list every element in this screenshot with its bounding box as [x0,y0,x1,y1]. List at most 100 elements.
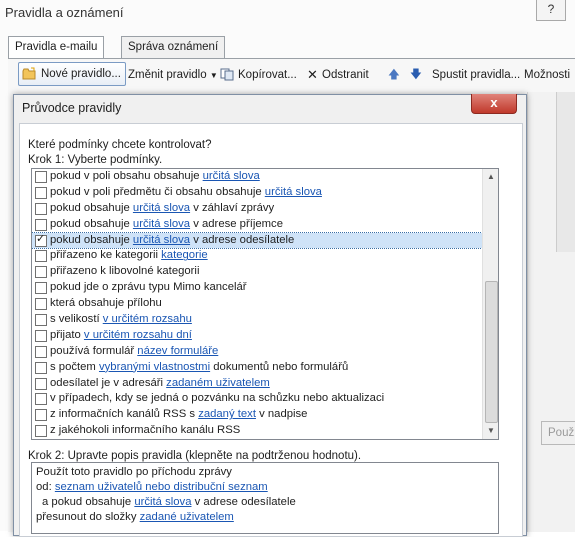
copy-icon [220,68,234,81]
condition-row[interactable]: v případech, kdy se jedná o pozvánku na … [32,391,482,407]
condition-checkbox[interactable] [35,345,47,358]
move-up-button[interactable]: 🡅 [388,64,400,86]
condition-checkbox[interactable] [35,282,47,295]
condition-link[interactable]: určitá slova [133,234,190,246]
condition-text: která obsahuje přílohu [50,297,162,310]
condition-checkbox[interactable] [35,393,47,406]
condition-link[interactable]: zadaný text [198,408,256,420]
condition-row[interactable]: s počtem vybranými vlastnostmi dokumentů… [32,360,482,376]
chevron-down-icon: ▼ [209,71,218,80]
specified-folder-link[interactable]: zadané uživatelem [140,511,234,523]
rules-wizard-dialog: Průvodce pravidly x Které podmínky chcet… [13,94,527,537]
arrow-down-icon: 🡇 [410,69,422,81]
condition-row[interactable]: která obsahuje přílohu [32,296,482,312]
window-title: Pravidla a oznámení [5,5,124,20]
condition-text: odesílatel je v adresáři [50,376,167,389]
condition-checkbox[interactable] [35,218,47,231]
condition-row[interactable]: přiřazeno ke kategorii kategorie [32,248,482,264]
condition-checkbox[interactable] [35,298,47,311]
condition-checkbox[interactable] [35,202,47,215]
condition-row[interactable]: pokud v poli předmětu či obsahu obsahuje… [32,185,482,201]
new-rule-button[interactable]: Nové pravidlo... [18,62,126,86]
condition-link[interactable]: určitá slova [265,186,322,198]
condition-link[interactable]: vybranými vlastnostmi [99,361,210,373]
condition-checkbox[interactable] [35,314,47,327]
condition-row[interactable]: z jakéhokoli informačního kanálu RSS [32,423,482,439]
scroll-thumb[interactable] [485,281,498,423]
condition-row[interactable]: s velikostí v určitém rozsahu [32,312,482,328]
condition-link[interactable]: kategorie [161,249,207,261]
condition-text: pokud obsahuje [50,233,133,246]
condition-text: z informačních kanálů RSS s [50,408,199,421]
condition-row[interactable]: pokud v poli obsahu obsahuje určitá slov… [32,169,482,185]
description-line-4: přesunout do složky zadané uživatelem [36,511,234,523]
conditions-list: pokud v poli obsahu obsahuje určitá slov… [31,168,499,440]
tab-manage-alerts[interactable]: Správa oznámení [121,36,226,59]
scroll-down-icon[interactable]: ▼ [483,423,498,439]
help-button[interactable]: ? [536,0,566,21]
condition-checkbox[interactable] [35,361,47,374]
condition-row[interactable]: pokud obsahuje určitá slova v záhlaví zp… [32,201,482,217]
condition-checkbox[interactable] [35,250,47,263]
dialog-title: Průvodce pravidly [22,101,122,115]
condition-text-suffix: dokumentů nebo formulářů [210,360,349,373]
condition-row[interactable]: z informačních kanálů RSS s zadaný text … [32,407,482,423]
move-down-button[interactable]: 🡇 [410,64,422,86]
delete-button[interactable]: ✕ Odstranit [306,64,369,86]
step2-label: Krok 2: Upravte popis pravidla (klepněte… [28,450,362,462]
condition-text-suffix: v adrese odesílatele [190,233,295,246]
condition-checkbox[interactable] [35,232,47,247]
condition-row[interactable]: pouze v tomto počítači [32,439,482,440]
change-rule-label: Změnit pravidlo [128,69,207,81]
copy-button[interactable]: Kopírovat... [220,64,297,86]
from-list-link[interactable]: seznam uživatelů nebo distribuční seznam [55,481,268,493]
move-to-folder-label: přesunout do složky [36,511,140,523]
condition-checkbox[interactable] [35,266,47,279]
condition-text-suffix: v záhlaví zprávy [190,201,275,214]
condition-link[interactable]: určitá slova [133,202,190,214]
close-icon: x [490,95,498,110]
condition-row[interactable]: pokud obsahuje určitá slova v adrese ode… [32,232,483,250]
condition-row[interactable]: pokud jde o zprávu typu Mimo kancelář [32,280,482,296]
description-line-2: od: seznam uživatelů nebo distribuční se… [36,481,268,493]
condition-checkbox[interactable] [35,329,47,342]
condition-text: přijato [50,328,84,341]
tab-email-rules[interactable]: Pravidla e-mailu [8,36,105,60]
arrow-up-icon: 🡅 [388,69,400,81]
condition-link[interactable]: určitá slova [203,170,260,182]
condition-row[interactable]: přiřazeno k libovolné kategorii [32,264,482,280]
condition-checkbox[interactable] [35,377,47,390]
condition-checkbox[interactable] [35,409,47,422]
condition-row[interactable]: pokud obsahuje určitá slova v adrese pří… [32,217,482,233]
condition-text-suffix: v nadpise [255,408,308,421]
condition-text: pokud obsahuje [50,217,133,230]
change-rule-button[interactable]: Změnit pravidlo ▼ [128,64,218,86]
close-button[interactable]: x [471,94,517,114]
condition-text: používá formulář [50,344,138,357]
new-rule-icon [22,67,36,80]
from-label: od: [36,481,55,493]
condition-text: pokud obsahuje [50,201,133,214]
condition-checkbox[interactable] [35,186,47,199]
condition-row[interactable]: používá formulář název formuláře [32,344,482,360]
condition-link[interactable]: určitá slova [133,218,190,230]
condition-checkbox[interactable] [35,171,47,183]
run-rules-button[interactable]: Spustit pravidla... [432,64,520,86]
specific-words-link[interactable]: určitá slova [134,496,191,508]
condition-text: z jakéhokoli informačního kanálu RSS [50,424,241,437]
condition-checkbox[interactable] [35,425,47,438]
condition-link[interactable]: v určitém rozsahu dní [84,329,192,341]
contains-label: a pokud obsahuje [42,496,135,508]
conditions-scrollbar[interactable]: ▲ ▼ [482,169,498,439]
rules-list-scrollbar[interactable] [556,92,575,252]
options-button[interactable]: Možnosti [524,64,570,86]
condition-row[interactable]: přijato v určitém rozsahu dní [32,328,482,344]
scroll-up-icon[interactable]: ▲ [483,169,498,185]
apply-button[interactable]: Použí [541,421,575,445]
condition-link[interactable]: název formuláře [137,345,218,357]
condition-link[interactable]: zadaném uživatelem [166,377,270,389]
condition-row[interactable]: odesílatel je v adresáři zadaném uživate… [32,376,482,392]
condition-link[interactable]: v určitém rozsahu [103,313,192,325]
condition-text: pokud v poli obsahu obsahuje [50,170,203,182]
condition-text: pokud v poli předmětu či obsahu obsahuje [50,185,265,198]
